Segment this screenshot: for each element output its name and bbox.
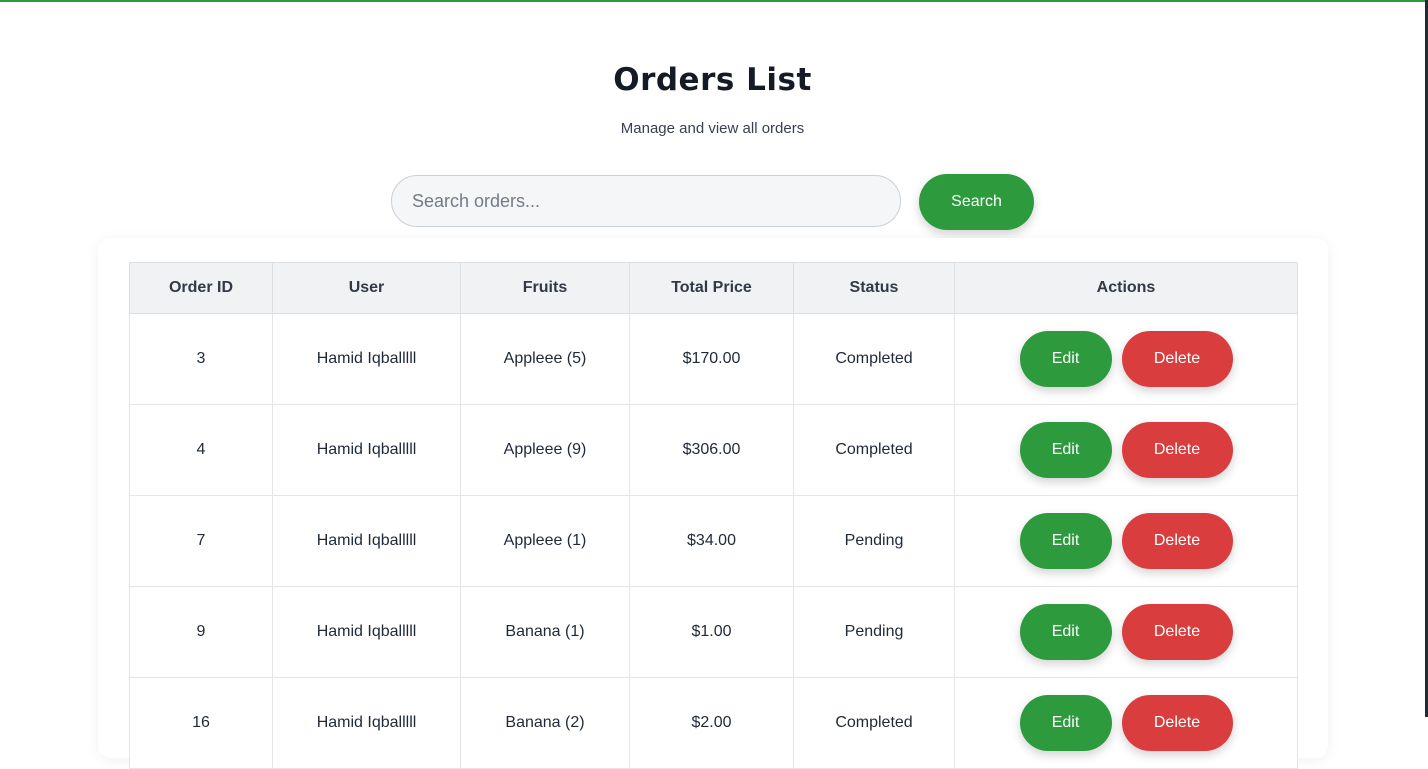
status-cell: Pending <box>793 495 955 587</box>
edit-button[interactable]: Edit <box>1019 695 1112 751</box>
user-cell: Hamid Iqballlll <box>272 677 461 769</box>
total-price-cell: $170.00 <box>629 313 794 405</box>
actions-cell: Edit Delete <box>954 677 1298 769</box>
column-header-fruits: Fruits <box>460 262 630 314</box>
actions-cell: Edit Delete <box>954 313 1298 405</box>
column-header-order-id: Order ID <box>129 262 273 314</box>
column-header-status: Status <box>793 262 955 314</box>
actions-cell: Edit Delete <box>954 404 1298 496</box>
delete-button[interactable]: Delete <box>1121 331 1233 387</box>
status-cell: Completed <box>793 313 955 405</box>
delete-button[interactable]: Delete <box>1121 604 1233 660</box>
table-header-row: Order ID User Fruits Total Price Status … <box>129 262 1298 314</box>
delete-button[interactable]: Delete <box>1121 513 1233 569</box>
total-price-cell: $2.00 <box>629 677 794 769</box>
column-header-total-price: Total Price <box>629 262 794 314</box>
total-price-cell: $1.00 <box>629 586 794 678</box>
fruits-cell: Appleee (5) <box>460 313 630 405</box>
status-cell: Pending <box>793 586 955 678</box>
order-id-cell: 3 <box>129 313 273 405</box>
delete-button[interactable]: Delete <box>1121 422 1233 478</box>
edit-button[interactable]: Edit <box>1019 331 1112 387</box>
total-price-cell: $306.00 <box>629 404 794 496</box>
table-row: 9 Hamid Iqballlll Banana (1) $1.00 Pendi… <box>129 586 1298 678</box>
page-title: Orders List <box>613 62 812 98</box>
search-input[interactable] <box>391 175 901 227</box>
actions-cell: Edit Delete <box>954 586 1298 678</box>
user-cell: Hamid Iqballlll <box>272 404 461 496</box>
edit-button[interactable]: Edit <box>1019 422 1112 478</box>
status-cell: Completed <box>793 404 955 496</box>
order-id-cell: 7 <box>129 495 273 587</box>
fruits-cell: Appleee (1) <box>460 495 630 587</box>
fruits-cell: Appleee (9) <box>460 404 630 496</box>
orders-table: Order ID User Fruits Total Price Status … <box>129 262 1298 769</box>
user-cell: Hamid Iqballlll <box>272 313 461 405</box>
page-subtitle: Manage and view all orders <box>620 120 805 137</box>
actions-cell: Edit Delete <box>954 495 1298 587</box>
table-row: 4 Hamid Iqballlll Appleee (9) $306.00 Co… <box>129 404 1298 496</box>
order-id-cell: 16 <box>129 677 273 769</box>
fruits-cell: Banana (1) <box>460 586 630 678</box>
order-id-cell: 4 <box>129 404 273 496</box>
column-header-actions: Actions <box>954 262 1298 314</box>
table-row: 7 Hamid Iqballlll Appleee (1) $34.00 Pen… <box>129 495 1298 587</box>
table-row: 3 Hamid Iqballlll Appleee (5) $170.00 Co… <box>129 313 1298 405</box>
orders-page: Orders List Manage and view all orders S… <box>0 0 1425 769</box>
column-header-user: User <box>272 262 461 314</box>
user-cell: Hamid Iqballlll <box>272 495 461 587</box>
status-cell: Completed <box>793 677 955 769</box>
order-id-cell: 9 <box>129 586 273 678</box>
total-price-cell: $34.00 <box>629 495 794 587</box>
edit-button[interactable]: Edit <box>1019 513 1112 569</box>
delete-button[interactable]: Delete <box>1121 695 1233 751</box>
edit-button[interactable]: Edit <box>1019 604 1112 660</box>
user-cell: Hamid Iqballlll <box>272 586 461 678</box>
search-button[interactable]: Search <box>919 174 1034 230</box>
table-row: 16 Hamid Iqballlll Banana (2) $2.00 Comp… <box>129 677 1298 769</box>
fruits-cell: Banana (2) <box>460 677 630 769</box>
